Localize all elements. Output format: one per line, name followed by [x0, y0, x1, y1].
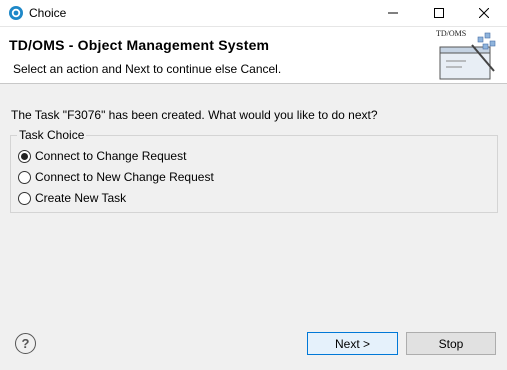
app-icon: [9, 6, 23, 20]
option-label: Create New Task: [35, 191, 127, 205]
maximize-button[interactable]: [416, 0, 462, 26]
option-connect-change-request[interactable]: Connect to Change Request: [18, 148, 186, 164]
result-message: The Task "F3076" has been created. What …: [11, 108, 378, 122]
stop-button[interactable]: Stop: [406, 332, 496, 355]
help-icon: ?: [21, 336, 30, 351]
help-button[interactable]: ?: [15, 333, 36, 354]
task-choice-label: Task Choice: [17, 128, 87, 142]
close-icon: [479, 8, 489, 18]
radio-selected-icon[interactable]: [18, 149, 31, 163]
task-choice-group: Task Choice Connect to Change Request Co…: [10, 128, 498, 213]
header-description: Select an action and Next to continue el…: [13, 62, 282, 76]
tdoms-banner-icon: TD/OMS: [436, 29, 496, 80]
radio-unselected-icon[interactable]: [18, 191, 31, 205]
option-connect-new-change-request[interactable]: Connect to New Change Request: [18, 169, 214, 185]
next-button[interactable]: Next >: [307, 332, 398, 355]
close-button[interactable]: [461, 0, 507, 26]
wizard-header: TD/OMS - Object Management System Select…: [0, 27, 507, 84]
minimize-button[interactable]: [370, 0, 416, 26]
title-bar: Choice: [0, 0, 507, 27]
option-create-new-task[interactable]: Create New Task: [18, 190, 126, 206]
header-title: TD/OMS - Object Management System: [9, 37, 270, 53]
banner-text: TD/OMS: [436, 29, 466, 38]
minimize-icon: [388, 12, 398, 14]
window-title: Choice: [29, 6, 67, 20]
maximize-icon: [434, 8, 444, 18]
option-label: Connect to New Change Request: [35, 170, 214, 184]
radio-unselected-icon[interactable]: [18, 170, 31, 184]
option-label: Connect to Change Request: [35, 149, 187, 163]
